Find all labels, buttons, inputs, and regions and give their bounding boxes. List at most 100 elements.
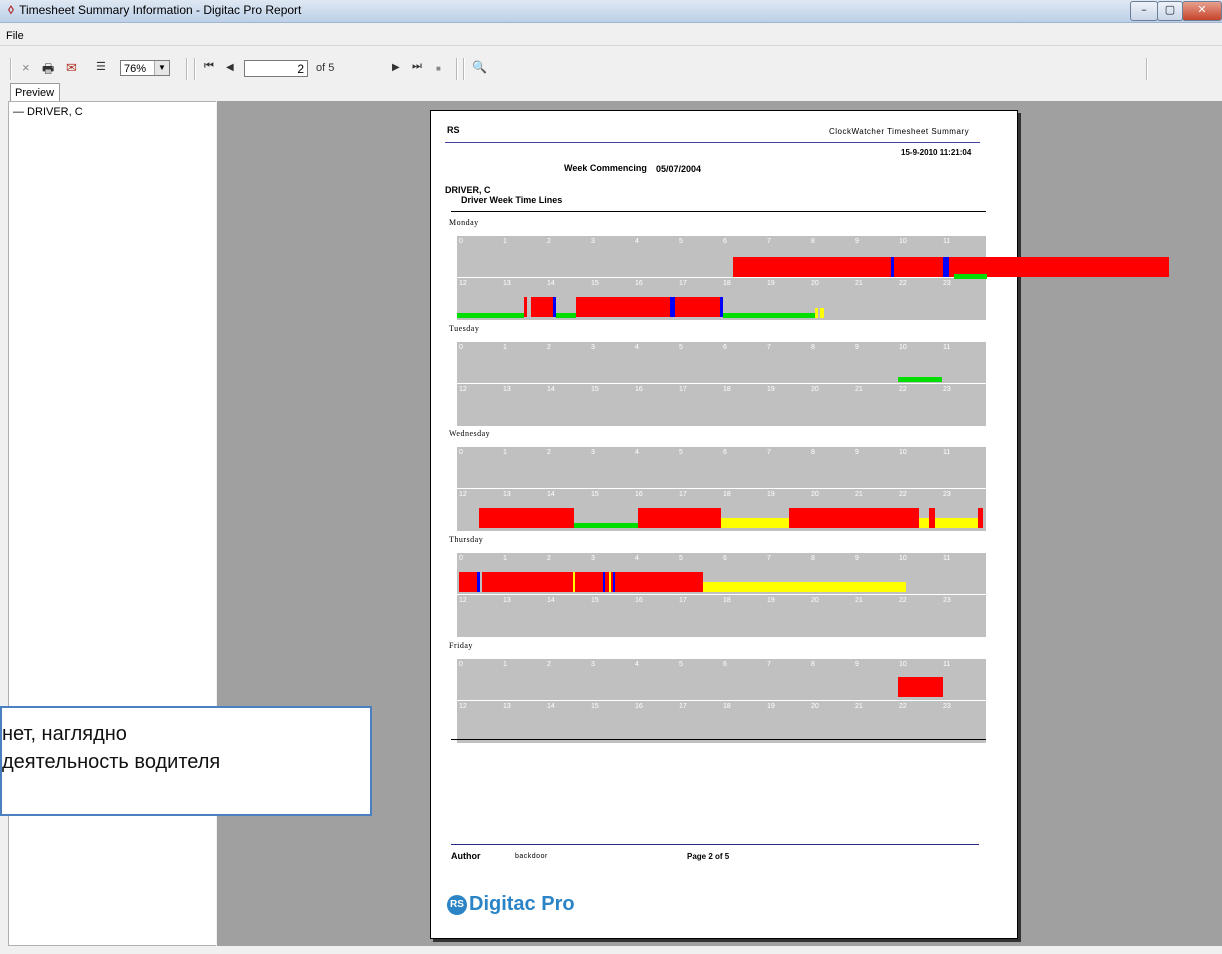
hour-tick: 8 — [811, 661, 815, 668]
last-page-icon[interactable]: ⏭ — [412, 60, 422, 73]
timelines-end-rule — [451, 739, 986, 740]
week-date: 05/07/2004 — [656, 164, 702, 174]
group-tree-icon[interactable]: ☰ — [96, 60, 106, 73]
hour-tick: 21 — [855, 491, 863, 498]
hour-tick: 6 — [723, 449, 727, 456]
hour-tick: 4 — [635, 449, 639, 456]
hour-tick: 10 — [899, 238, 907, 245]
report-page: RS ClockWatcher Timesheet Summary 15-9-2… — [430, 110, 1169, 939]
hour-tick: 16 — [635, 280, 643, 287]
hour-tick: 14 — [547, 703, 555, 710]
toolbar-separator — [186, 58, 188, 80]
hour-tick: 21 — [855, 597, 863, 604]
callout-box: нет, наглядно деятельность водителя — [0, 706, 372, 816]
hour-tick: 17 — [679, 386, 687, 393]
activity-segment — [479, 508, 574, 528]
driver-name: DRIVER, C — [445, 185, 491, 195]
hour-tick: 9 — [855, 344, 859, 351]
hour-tick: 8 — [811, 344, 815, 351]
hour-tick: 11 — [943, 238, 951, 245]
activity-segment — [723, 313, 815, 318]
hour-tick: 17 — [679, 280, 687, 287]
hour-tick: 2 — [547, 555, 551, 562]
stop-icon[interactable]: ■ — [436, 64, 441, 73]
day-label-friday: Friday — [449, 641, 473, 650]
hour-tick: 19 — [767, 280, 775, 287]
find-icon[interactable]: 🔍 — [472, 60, 487, 74]
hour-tick: 11 — [943, 344, 951, 351]
day-timeline-thursday: 0 1 2 3 4 5 6 7 8 9 10 11 12 13 14 15 16 17 18 19 20 21 22 23 — [457, 553, 986, 637]
close-icon[interactable]: × — [22, 60, 30, 75]
prev-page-icon[interactable]: ◀ — [226, 62, 234, 73]
activity-segment — [615, 572, 703, 592]
hour-tick: 15 — [591, 491, 599, 498]
timeline-divider — [457, 488, 986, 489]
print-icon[interactable]: 🖶 — [42, 60, 54, 82]
menu-file[interactable]: File — [6, 30, 24, 42]
header-rule — [445, 142, 980, 143]
hour-tick: 22 — [899, 280, 907, 287]
hour-tick: 17 — [679, 597, 687, 604]
toolbar-separator — [1146, 58, 1148, 80]
company-label: RS — [447, 125, 460, 135]
activity-segment — [721, 518, 790, 528]
zoom-select[interactable]: 76% ▼ — [120, 60, 170, 76]
section-title: Driver Week Time Lines — [461, 195, 563, 205]
activity-segment — [675, 297, 720, 317]
hour-tick: 23 — [943, 597, 951, 604]
page-number-input[interactable]: 2 — [244, 60, 308, 77]
hour-tick: 11 — [943, 661, 951, 668]
first-page-icon[interactable]: ⏮ — [204, 60, 214, 73]
hour-tick: 13 — [503, 386, 511, 393]
day-label-tuesday: Tuesday — [449, 324, 480, 333]
hour-tick: 1 — [503, 449, 507, 456]
export-icon[interactable]: ✉ — [66, 60, 77, 76]
hour-tick: 19 — [767, 491, 775, 498]
toolbar: × 🖶 ✉ ☰ 76% ▼ ⏮ ◀ 2 of 5 ▶ ⏭ ■ 🔍 — [0, 55, 1222, 83]
menu-divider — [0, 45, 1222, 46]
hour-tick: 13 — [503, 491, 511, 498]
next-page-icon[interactable]: ▶ — [392, 62, 400, 73]
hour-tick: 4 — [635, 344, 639, 351]
hour-tick: 8 — [811, 449, 815, 456]
hour-tick: 23 — [943, 491, 951, 498]
activity-segment — [703, 582, 906, 592]
activity-segment — [556, 313, 576, 318]
hour-tick: 5 — [679, 344, 683, 351]
activity-segment — [820, 308, 824, 318]
activity-segment — [457, 313, 524, 318]
hour-tick: 23 — [943, 386, 951, 393]
maximize-button[interactable]: ▢ — [1157, 1, 1183, 21]
hour-tick: 16 — [635, 491, 643, 498]
day-timeline-tuesday: 0 1 2 3 4 5 6 7 8 9 10 11 12 13 14 15 16 17 18 19 20 21 22 23 — [457, 342, 986, 426]
hour-tick: 1 — [503, 661, 507, 668]
footer-rule — [451, 844, 979, 845]
page-count: of 5 — [316, 62, 335, 74]
hour-tick: 13 — [503, 280, 511, 287]
hour-tick: 18 — [723, 386, 731, 393]
hour-tick: 9 — [855, 661, 859, 668]
hour-tick: 12 — [459, 280, 467, 287]
hour-tick: 7 — [767, 344, 771, 351]
zoom-value: 76% — [124, 63, 147, 75]
close-button[interactable]: ✕ — [1182, 1, 1222, 21]
hour-tick: 6 — [723, 661, 727, 668]
hour-tick: 3 — [591, 238, 595, 245]
author-name: backdoor — [515, 853, 548, 860]
hour-tick: 14 — [547, 597, 555, 604]
hour-tick: 8 — [811, 555, 815, 562]
hour-tick: 18 — [723, 280, 731, 287]
hour-tick: 9 — [855, 238, 859, 245]
minimize-button[interactable]: – — [1130, 1, 1158, 21]
hour-tick: 2 — [547, 344, 551, 351]
tree-node-driver[interactable]: — DRIVER, C — [13, 106, 83, 118]
hour-tick: 3 — [591, 555, 595, 562]
timeline-divider — [457, 277, 986, 278]
activity-segment — [815, 308, 818, 318]
chevron-down-icon[interactable]: ▼ — [154, 61, 169, 75]
tab-preview[interactable]: Preview — [10, 83, 60, 101]
window-title-bar: ◊ Timesheet Summary Information - Digita… — [0, 0, 1222, 23]
hour-tick: 19 — [767, 386, 775, 393]
toolbar-separator — [456, 58, 458, 80]
day-label-wednesday: Wednesday — [449, 429, 491, 438]
